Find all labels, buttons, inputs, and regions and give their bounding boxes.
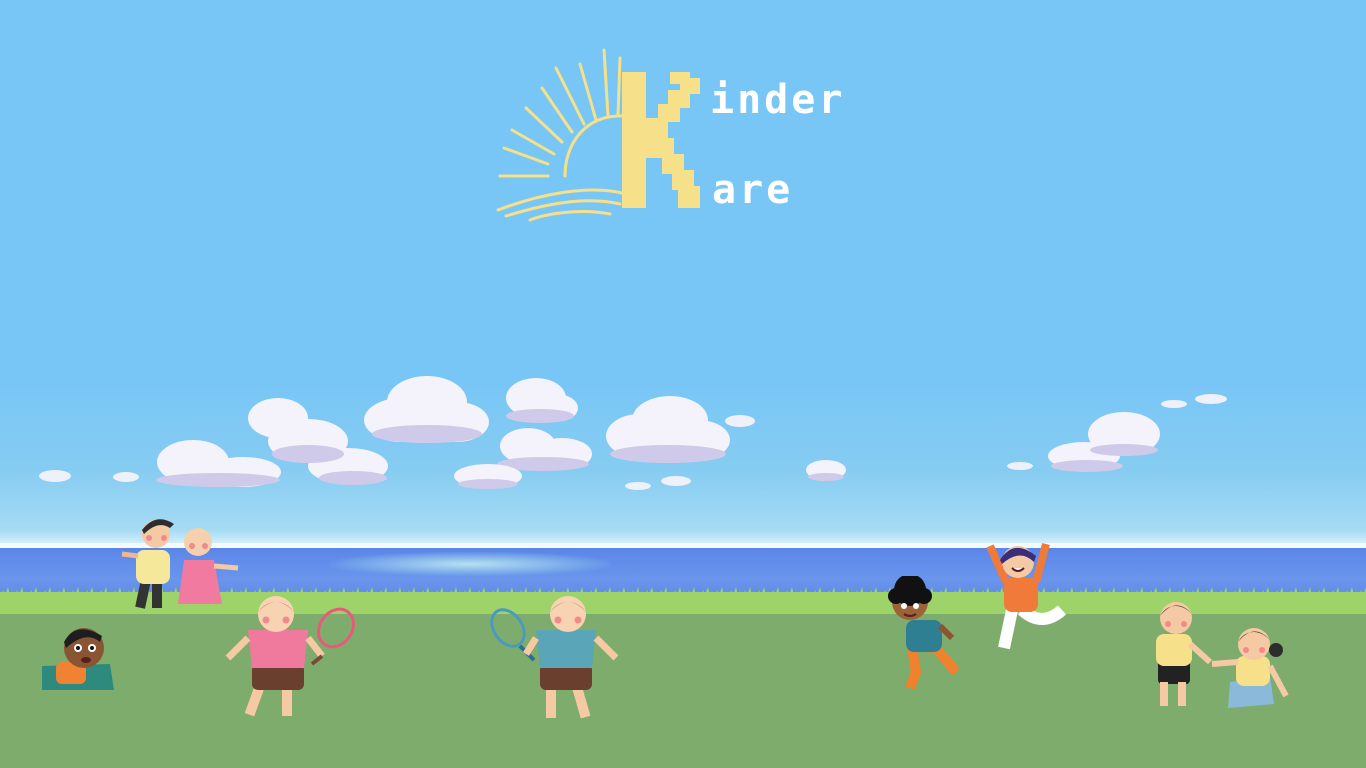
- letter-k-icon: [622, 72, 700, 208]
- cloud-icon: [1007, 462, 1033, 470]
- cloud-icon: [113, 472, 139, 482]
- cloud-icon: [806, 460, 846, 481]
- cloud-icon: [506, 378, 578, 423]
- cloud-icon: [625, 482, 651, 490]
- child-illustration: [225, 596, 355, 717]
- child-illustration: [42, 628, 114, 690]
- child-illustration: [888, 576, 960, 690]
- cloud-icon: [39, 470, 71, 482]
- cloud-icon: [606, 396, 730, 463]
- cloud-icon: [364, 376, 489, 443]
- cloud-icon: [725, 415, 755, 427]
- kinder-kare-logo[interactable]: inder are: [490, 44, 890, 234]
- sea-reflection: [330, 552, 610, 576]
- hero-scene: inder are: [0, 0, 1366, 768]
- cloud-icon: [1195, 394, 1227, 404]
- cloud-icon: [156, 440, 281, 487]
- sun-icon: [496, 48, 628, 222]
- child-illustration: [1156, 602, 1289, 708]
- child-illustration: [490, 596, 619, 719]
- child-illustration: [986, 542, 1067, 650]
- cloud-icon: [1048, 412, 1160, 472]
- logo-text-inder: inder: [710, 77, 846, 123]
- cloud-icon: [1161, 400, 1187, 408]
- cloud-icon: [454, 464, 522, 489]
- logo-text-are: are: [712, 167, 794, 213]
- cloud-icon: [661, 476, 691, 486]
